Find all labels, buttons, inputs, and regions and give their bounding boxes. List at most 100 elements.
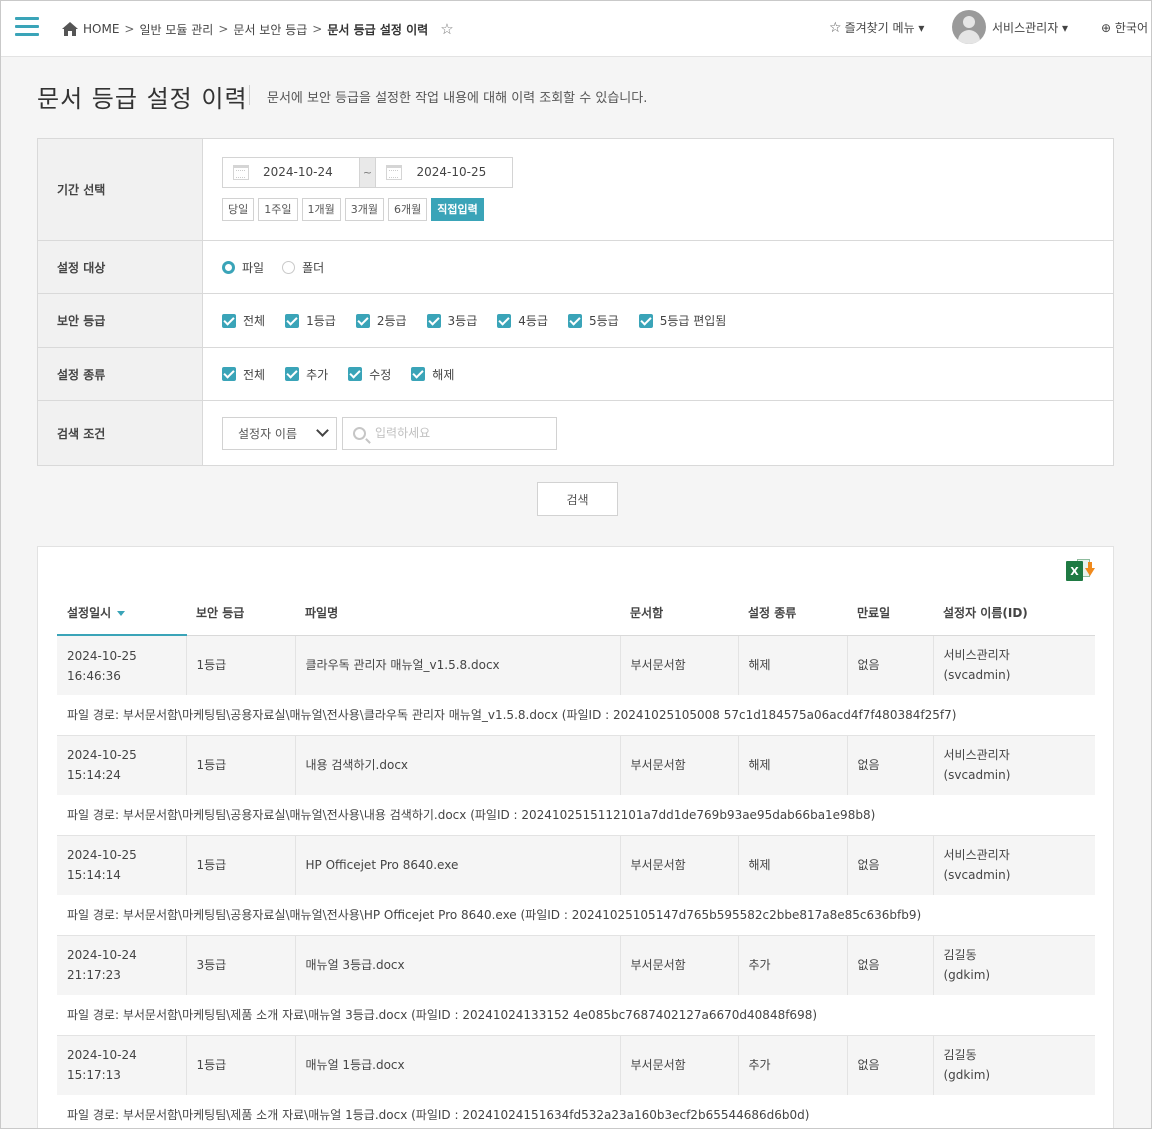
row-kind: 해제 <box>737 835 847 895</box>
search-field[interactable] <box>342 416 557 450</box>
kind-all-checkbox[interactable]: 전체 <box>222 366 265 383</box>
condition-select-value: 설정자 이름 <box>238 426 298 441</box>
table-row[interactable]: 2024-10-24 15:17:13 1등급 매뉴얼 1등급.docx 부서문서… <box>57 1035 1095 1095</box>
date-range-tilde: ~ <box>358 157 377 187</box>
table-path-row: 파일 경로: 부서문서함\마케팅팀\공용자료실\매뉴얼\전사용\내용 검색하기.… <box>57 795 1095 836</box>
condition-select[interactable]: 설정자 이름 <box>222 416 337 450</box>
checkbox-checked-icon <box>411 367 426 381</box>
checkbox-label: 5등급 <box>588 314 619 328</box>
period-3month-button[interactable]: 3개월 <box>344 197 384 221</box>
checkbox-checked-icon <box>497 313 512 328</box>
row-user: 서비스관리자 <box>943 748 1010 763</box>
column-header-kind: 설정 종류 <box>738 591 847 636</box>
checkbox-label: 수정 <box>369 367 392 382</box>
excel-download-icon[interactable]: X <box>1066 559 1095 583</box>
grade-5-included-checkbox[interactable]: 5등급 편입됨 <box>638 312 726 329</box>
filter-row-grade: 보안 등급 전체 1등급 2등급 3등급 4등급 5등급 5등급 편입됨 <box>38 294 1113 348</box>
search-input[interactable] <box>375 426 545 440</box>
row-grade: 1등급 <box>185 1035 295 1095</box>
checkbox-label: 3등급 <box>447 314 478 328</box>
row-file-path: 파일 경로: 부서문서함\마케팅팀\제품 소개 자료\매뉴얼 1등급.docx … <box>57 1095 1095 1128</box>
home-icon[interactable] <box>61 21 79 37</box>
row-kind: 추가 <box>737 935 847 995</box>
row-filename: HP Officejet Pro 8640.exe <box>294 835 620 895</box>
condition-label: 검색 조건 <box>38 401 203 465</box>
target-folder-radio[interactable]: 폴더 <box>282 259 324 276</box>
grade-3-checkbox[interactable]: 3등급 <box>426 312 478 329</box>
row-box: 부서문서함 <box>619 835 738 895</box>
column-header-filename: 파일명 <box>295 591 620 636</box>
filter-row-kind: 설정 종류 전체 추가 수정 해제 <box>38 348 1113 401</box>
breadcrumb-home[interactable]: HOME <box>83 22 119 36</box>
grade-4-checkbox[interactable]: 4등급 <box>497 312 548 329</box>
column-header-user: 설정자 이름(ID) <box>933 591 1095 636</box>
page-title: 문서 등급 설정 이력 <box>37 85 248 113</box>
row-grade: 1등급 <box>185 735 295 795</box>
table-row[interactable]: 2024-10-25 16:46:36 1등급 클라우독 관리자 매뉴얼_v1.5… <box>57 635 1095 695</box>
period-label: 기간 선택 <box>38 139 203 240</box>
table-row[interactable]: 2024-10-24 21:17:23 3등급 매뉴얼 3등급.docx 부서문서… <box>57 935 1095 995</box>
row-user: 서비스관리자 <box>943 848 1010 863</box>
search-icon <box>353 426 366 440</box>
period-today-button[interactable]: 당일 <box>222 197 255 221</box>
kind-modify-checkbox[interactable]: 수정 <box>348 366 391 383</box>
row-user-id: (svcadmin) <box>943 868 1011 883</box>
table-row[interactable]: 2024-10-25 15:14:24 1등급 내용 검색하기.docx 부서문서… <box>57 735 1095 795</box>
kind-release-checkbox[interactable]: 해제 <box>411 366 454 383</box>
end-date-input[interactable]: 2024-10-25 <box>376 158 512 187</box>
period-custom-button[interactable]: 직접입력 <box>431 197 484 221</box>
row-box: 부서문서함 <box>619 935 738 995</box>
hamburger-menu-icon[interactable] <box>15 17 39 37</box>
table-path-row: 파일 경로: 부서문서함\마케팅팀\공용자료실\매뉴얼\전사용\클라우독 관리자… <box>57 695 1095 736</box>
user-menu[interactable]: 서비스관리자 ▾ <box>952 10 1068 44</box>
search-button[interactable]: 검색 <box>537 482 618 516</box>
table-path-row: 파일 경로: 부서문서함\마케팅팀\제품 소개 자료\매뉴얼 1등급.docx … <box>57 1095 1095 1128</box>
grade-5-checkbox[interactable]: 5등급 <box>567 312 619 329</box>
favorites-menu[interactable]: ☆ 즐겨찾기 메뉴 ▾ <box>829 19 924 36</box>
radio-label: 폴더 <box>302 260 325 275</box>
filter-row-period: 기간 선택 2024-10-24 ~ 2024-10-25 당일 1주일 1개월… <box>38 139 1113 241</box>
table-path-row: 파일 경로: 부서문서함\마케팅팀\제품 소개 자료\매뉴얼 3등급.docx … <box>57 995 1095 1036</box>
row-filename: 내용 검색하기.docx <box>294 735 620 795</box>
breadcrumb-module[interactable]: 일반 모듈 관리 <box>139 21 213 38</box>
row-box: 부서문서함 <box>619 635 738 695</box>
period-1month-button[interactable]: 1개월 <box>301 197 341 221</box>
row-file-path: 파일 경로: 부서문서함\마케팅팀\제품 소개 자료\매뉴얼 3등급.docx … <box>57 995 1095 1036</box>
chevron-down-icon <box>316 424 329 437</box>
breadcrumb-security-grade[interactable]: 문서 보안 등급 <box>233 21 307 38</box>
period-1week-button[interactable]: 1주일 <box>258 197 298 221</box>
row-date: 2024-10-25 <box>67 848 137 863</box>
column-header-date[interactable]: 설정일시 <box>57 591 186 636</box>
grade-1-checkbox[interactable]: 1등급 <box>285 312 336 329</box>
history-table: 설정일시 보안 등급 파일명 문서함 설정 종류 만료일 설정자 이름(ID) … <box>57 591 1095 1128</box>
end-date-value: 2024-10-25 <box>416 165 487 179</box>
title-divider <box>249 85 250 105</box>
row-date: 2024-10-24 <box>67 1048 137 1063</box>
top-bar: HOME > 일반 모듈 관리 > 문서 보안 등급 > 문서 등급 설정 이력… <box>1 1 1151 57</box>
period-6month-button[interactable]: 6개월 <box>388 197 428 221</box>
checkbox-label: 전체 <box>243 314 266 328</box>
language-selector[interactable]: ⊕ 한국어 <box>1101 19 1148 36</box>
start-date-input[interactable]: 2024-10-24 <box>223 158 359 187</box>
table-row[interactable]: 2024-10-25 15:14:14 1등급 HP Officejet Pro … <box>57 835 1095 895</box>
row-file-path: 파일 경로: 부서문서함\마케팅팀\공용자료실\매뉴얼\전사용\HP Offic… <box>57 895 1095 936</box>
row-grade: 3등급 <box>185 935 295 995</box>
filter-row-target: 설정 대상 파일 폴더 <box>38 241 1113 294</box>
grade-all-checkbox[interactable]: 전체 <box>222 312 265 329</box>
row-filename: 클라우독 관리자 매뉴얼_v1.5.8.docx <box>294 635 620 695</box>
target-file-radio[interactable]: 파일 <box>222 259 264 276</box>
calendar-icon <box>386 164 403 180</box>
row-kind: 추가 <box>737 1035 847 1095</box>
kind-add-checkbox[interactable]: 추가 <box>285 366 328 383</box>
filter-row-condition: 검색 조건 설정자 이름 <box>38 401 1113 465</box>
app-frame: HOME > 일반 모듈 관리 > 문서 보안 등급 > 문서 등급 설정 이력… <box>0 0 1152 1129</box>
row-user-id: (gdkim) <box>943 968 991 983</box>
grade-2-checkbox[interactable]: 2등급 <box>355 312 407 329</box>
star-icon[interactable]: ☆ <box>440 20 453 38</box>
breadcrumb-separator: > <box>312 22 323 36</box>
breadcrumb-separator: > <box>218 22 229 36</box>
checkbox-checked-icon <box>222 367 236 381</box>
radio-selected-icon <box>222 260 235 274</box>
globe-icon: ⊕ <box>1101 21 1112 35</box>
checkbox-label: 전체 <box>243 367 266 382</box>
